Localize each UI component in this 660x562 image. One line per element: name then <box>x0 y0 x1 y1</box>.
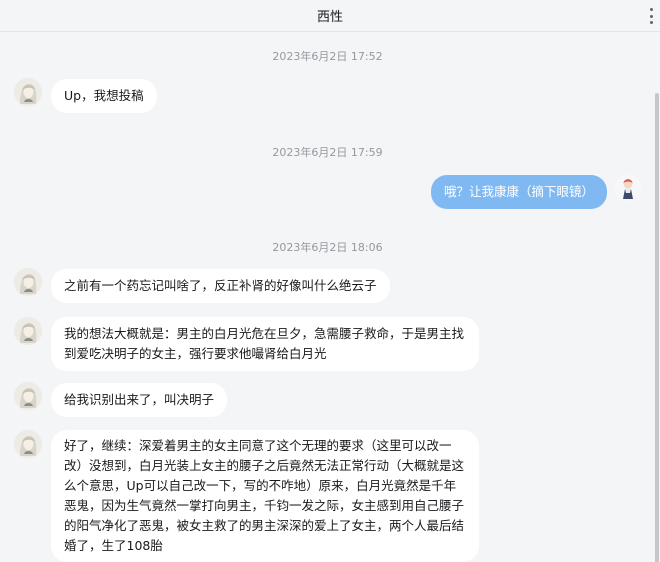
message-bubble[interactable]: 好了，继续：深爱着男主的女主同意了这个无理的要求（这里可以改一改）没想到，白月光… <box>51 430 479 562</box>
sender-avatar[interactable] <box>14 317 42 345</box>
chat-header: 西性 <box>0 0 660 32</box>
anime-avatar-icon <box>14 430 42 458</box>
sender-avatar[interactable] <box>14 430 42 458</box>
anime-avatar-icon <box>14 268 42 296</box>
timestamp: 2023年6月2日 17:52 <box>272 50 383 63</box>
anime-avatar-icon <box>14 78 42 106</box>
message-bubble[interactable]: Up，我想投稿 <box>51 79 157 113</box>
timestamp: 2023年6月2日 18:06 <box>272 241 383 254</box>
sender-avatar[interactable] <box>14 268 42 296</box>
message-bubble-self[interactable]: 哦？让我康康（摘下眼镜） <box>430 175 607 209</box>
self-avatar[interactable] <box>614 174 642 202</box>
anime-avatar-icon <box>14 317 42 345</box>
sender-avatar[interactable] <box>14 382 42 410</box>
conversation-title: 西性 <box>316 10 343 25</box>
anime-avatar-icon <box>14 382 42 410</box>
more-options-icon[interactable] <box>648 8 654 24</box>
message-bubble[interactable]: 之前有一个药忘记叫啥了，反正补肾的好像叫什么绝云子 <box>51 269 390 303</box>
message-bubble[interactable]: 我的想法大概就是：男主的白月光危在旦夕，急需腰子救命，于是男主找到爱吃决明子的女… <box>51 317 479 371</box>
scrollbar[interactable] <box>655 93 659 562</box>
timestamp: 2023年6月2日 17:59 <box>272 146 383 159</box>
self-avatar-icon <box>614 174 642 202</box>
sender-avatar[interactable] <box>14 78 42 106</box>
message-list[interactable]: 2023年6月2日 17:52 Up，我想投稿 2023年6月2日 17:59 … <box>0 33 660 562</box>
message-bubble[interactable]: 给我识别出来了，叫决明子 <box>51 383 228 417</box>
